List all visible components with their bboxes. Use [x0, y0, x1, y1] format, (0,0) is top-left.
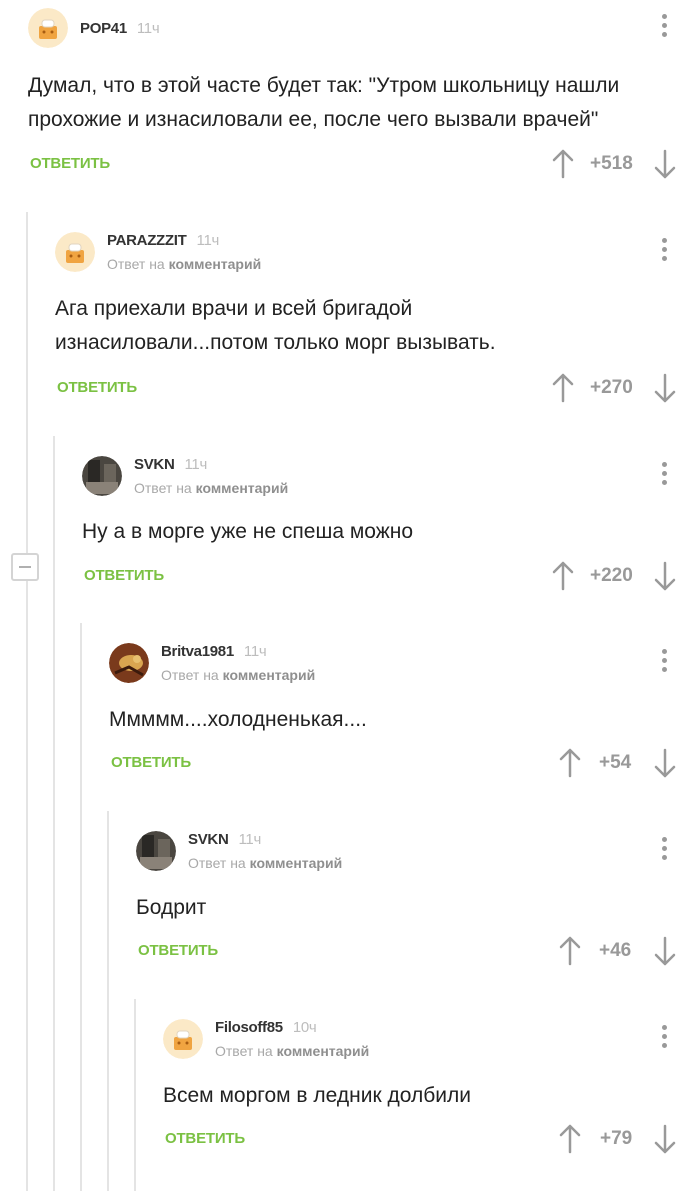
collapse-thread-button[interactable] [11, 553, 39, 581]
author-name[interactable]: PARAZZZIT 11ч [107, 232, 219, 249]
comment-text-line: Ммммм....холодненькая.... [109, 708, 367, 731]
comment-score: +54 [599, 752, 632, 773]
comment-score: +220 [590, 565, 633, 586]
reply-to-link[interactable]: Ответ на комментарий [215, 1043, 369, 1059]
upvote-arrow-icon[interactable] [552, 149, 574, 179]
downvote-arrow-icon[interactable] [654, 561, 676, 591]
comment-text-line: изнасиловали...потом только морг вызыват… [55, 331, 496, 354]
comment-score: +46 [599, 940, 632, 961]
thread-line [107, 811, 109, 1191]
comment-time: 11ч [238, 831, 261, 848]
comment-text-line: Ага приехали врачи и всей бригадой [55, 297, 413, 320]
avatar[interactable] [82, 456, 122, 496]
downvote-arrow-icon[interactable] [654, 748, 676, 778]
comment: PARAZZZIT 11ч Ответ на комментарий Ага пр… [55, 212, 700, 436]
author-name[interactable]: SVKN 11ч [134, 456, 207, 473]
upvote-arrow-icon[interactable] [559, 748, 581, 778]
upvote-arrow-icon[interactable] [559, 936, 581, 966]
upvote-arrow-icon[interactable] [552, 373, 574, 403]
upvote-arrow-icon[interactable] [552, 561, 574, 591]
more-menu-icon[interactable] [660, 649, 668, 675]
reply-to-link[interactable]: Ответ на комментарий [107, 256, 261, 272]
reply-button[interactable]: ОТВЕТИТЬ [111, 754, 191, 771]
comment-score: +79 [600, 1128, 633, 1149]
avatar[interactable] [163, 1019, 203, 1059]
comment-score: +518 [590, 153, 633, 174]
downvote-arrow-icon[interactable] [654, 149, 676, 179]
avatar[interactable] [55, 232, 95, 272]
comment-text: Думал, что в этой часте будет так: "Утро… [28, 69, 619, 137]
comment-text-line: прохожие и изнасиловали ее, после чего в… [28, 108, 599, 131]
comment-text-line: Всем моргом в ледник долбили [163, 1084, 471, 1107]
reply-button[interactable]: ОТВЕТИТЬ [30, 155, 110, 172]
comment: Britva1981 11ч Ответ на комментарий Ммммм… [109, 623, 700, 811]
comment-text: Ну а в морге уже не спеша можно [82, 515, 413, 549]
comment-time: 10ч [292, 1019, 317, 1036]
comment-time: 11ч [196, 232, 220, 249]
author-name[interactable]: Britva1981 11ч [161, 643, 267, 660]
more-menu-icon[interactable] [660, 14, 668, 40]
reply-to-link[interactable]: Ответ на комментарий [161, 667, 315, 683]
avatar[interactable] [28, 8, 68, 48]
comment-score: +270 [590, 377, 633, 398]
downvote-arrow-icon[interactable] [654, 936, 676, 966]
comment-text-line: Думал, что в этой часте будет так: "Утро… [28, 74, 620, 97]
more-menu-icon[interactable] [660, 837, 668, 863]
more-menu-icon[interactable] [660, 238, 668, 264]
comment-text: Ммммм....холодненькая.... [109, 703, 367, 737]
reply-button[interactable]: ОТВЕТИТЬ [165, 1130, 245, 1147]
comment-time: 11ч [243, 643, 267, 660]
thread-line [80, 623, 82, 1191]
comment: POP41 11ч Думал, что в этой часте будет т… [28, 0, 700, 212]
thread-line [134, 999, 136, 1191]
thread-line [53, 436, 55, 1191]
avatar[interactable] [136, 831, 176, 871]
reply-to-link[interactable]: Ответ на комментарий [188, 855, 342, 871]
reply-button[interactable]: ОТВЕТИТЬ [138, 942, 218, 959]
reply-button[interactable]: ОТВЕТИТЬ [57, 379, 137, 396]
avatar[interactable] [109, 643, 149, 683]
downvote-arrow-icon[interactable] [654, 373, 676, 403]
minus-icon [19, 566, 31, 568]
reply-to-link[interactable]: Ответ на комментарий [134, 480, 288, 496]
author-name[interactable]: Filosoff85 10ч [215, 1019, 317, 1036]
author-name[interactable]: SVKN 11ч [188, 831, 261, 848]
comment: Filosoff85 10ч Ответ на комментарий Всем … [163, 999, 700, 1191]
comment-text: Бодрит [136, 891, 206, 925]
more-menu-icon[interactable] [660, 462, 668, 488]
comment: SVKN 11ч Ответ на комментарий Ну а в морг… [82, 436, 700, 623]
comment-text: Всем моргом в ледник долбили [163, 1079, 471, 1113]
more-menu-icon[interactable] [660, 1025, 668, 1051]
comment-time: 11ч [184, 456, 207, 473]
downvote-arrow-icon[interactable] [654, 1124, 676, 1154]
comment-text-line: Ну а в морге уже не спеша можно [82, 520, 414, 543]
comment: SVKN 11ч Ответ на комментарий Бодрит ОТВЕ… [136, 811, 700, 999]
upvote-arrow-icon[interactable] [559, 1124, 581, 1154]
comment-time: 11ч [136, 20, 160, 37]
comment-text-line: Бодрит [136, 896, 207, 919]
reply-button[interactable]: ОТВЕТИТЬ [84, 567, 164, 584]
author-name[interactable]: POP41 11ч [80, 20, 160, 37]
comment-text: Ага приехали врачи и всей бригадой изнас… [55, 292, 496, 360]
thread-line [26, 212, 28, 1191]
